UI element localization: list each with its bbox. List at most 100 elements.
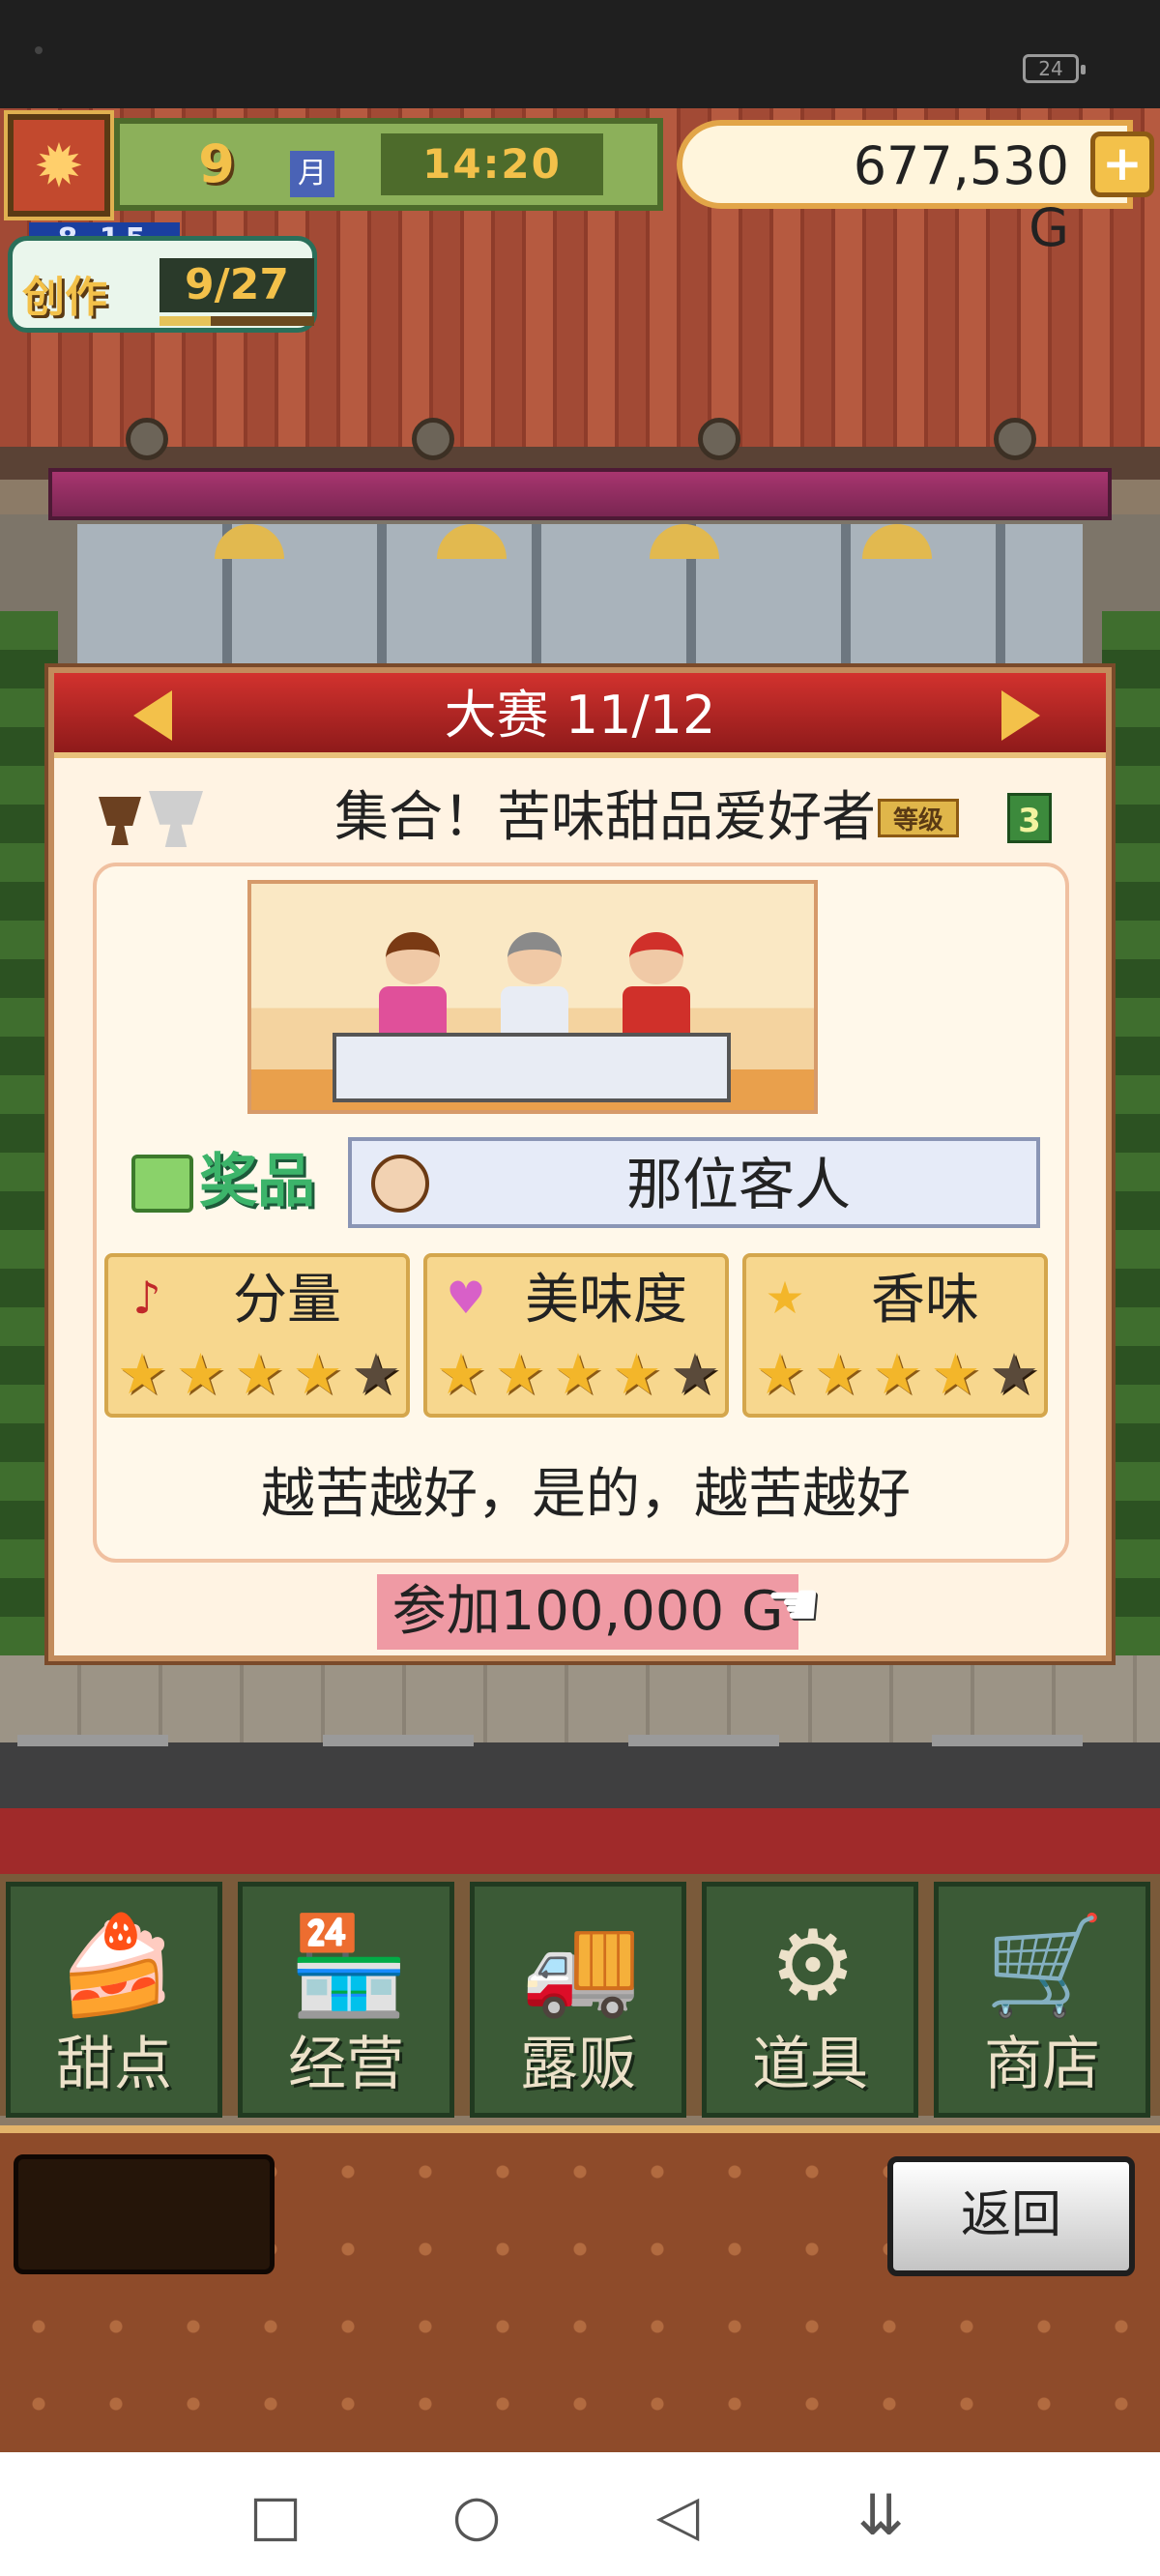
sidewalk <box>0 1655 1160 1742</box>
items-icon: ⚙ <box>769 1909 856 2022</box>
roof-lamp <box>994 418 1036 460</box>
back-button[interactable]: 返回 <box>887 2156 1135 2276</box>
dialog-title: 大赛 11/12 <box>444 685 716 746</box>
stat-label: 美味度 <box>525 1269 687 1332</box>
dialog-header: 大赛 11/12 <box>54 673 1106 758</box>
prize-box: 那位客人 <box>348 1137 1040 1228</box>
judge-table <box>333 1033 731 1102</box>
star-filled-icon: ★ <box>813 1341 864 1407</box>
menu-items-button[interactable]: ⚙ 道具 <box>702 1882 918 2118</box>
money-value: 677,530 G <box>853 135 1069 258</box>
star-icon: ★ <box>765 1272 805 1324</box>
create-progress-bar <box>160 316 314 326</box>
create-progress: 9/27 <box>160 258 314 312</box>
judge-head <box>386 932 440 984</box>
road-line <box>17 1735 168 1746</box>
star-filled-icon: ★ <box>175 1341 226 1407</box>
food-truck-icon: 🚚 <box>520 1909 642 2022</box>
gift-icon <box>131 1155 193 1213</box>
next-contest-arrow-icon[interactable] <box>1001 690 1040 741</box>
judge-head <box>508 932 562 984</box>
star-empty-icon: ★ <box>989 1341 1039 1407</box>
trophy-dark-icon <box>99 797 141 845</box>
message-area <box>14 2154 275 2274</box>
star-rating: ★ ★ ★ ★ ★ <box>752 1344 1042 1408</box>
stat-label: 香味 <box>871 1269 979 1332</box>
star-rating: ★ ★ ★ ★ ★ <box>433 1344 723 1408</box>
music-note-icon: ♪ <box>132 1272 161 1324</box>
bottom-menu: 🍰 甜点 🏪 经营 🚚 露贩 ⚙ 道具 🛒 商店 <box>0 1874 1160 2118</box>
shop-awning <box>48 468 1112 520</box>
create-progress-fill <box>160 316 211 326</box>
road-line <box>932 1735 1083 1746</box>
money-panel: 677,530 G <box>677 120 1133 258</box>
star-filled-icon: ★ <box>234 1341 284 1407</box>
judge-center <box>501 932 568 1040</box>
star-filled-icon: ★ <box>117 1341 167 1407</box>
judges-image <box>247 880 818 1114</box>
judge-left <box>379 932 447 1040</box>
star-filled-icon: ★ <box>292 1341 343 1407</box>
clock-time: 14:20 <box>381 133 603 195</box>
menu-food-truck-button[interactable]: 🚚 露贩 <box>470 1882 686 2118</box>
shop-icon: 🏪 <box>288 1909 410 2022</box>
road-line <box>628 1735 779 1746</box>
judge-right <box>623 932 690 1040</box>
cake-icon: 🍰 <box>56 1909 178 2022</box>
roof-lamp <box>412 418 454 460</box>
rank-value: 3 <box>1007 793 1052 843</box>
stat-label: 分量 <box>233 1269 341 1332</box>
system-nav-bar: □ ○ ◁ ⇊ <box>0 2452 1160 2576</box>
star-empty-icon: ★ <box>670 1341 720 1407</box>
battery-icon: 24 <box>1023 54 1086 83</box>
status-bar: 24 <box>0 0 1160 108</box>
customer-avatar <box>371 1155 429 1213</box>
create-label: 创作 <box>22 273 107 322</box>
month-unit: 月 <box>290 151 334 197</box>
red-band <box>0 1808 1160 1876</box>
contest-name: 集合！苦味甜品爱好者 <box>334 786 876 849</box>
date-time-panel: 9 月 14:20 <box>114 118 663 211</box>
prev-contest-arrow-icon[interactable] <box>133 690 172 741</box>
menu-label: 经营 <box>288 2031 404 2098</box>
prize-value: 那位客人 <box>625 1152 851 1217</box>
judge-head <box>629 932 683 984</box>
notification-down-icon[interactable]: ⇊ <box>847 2481 914 2549</box>
battery-level: 24 <box>1038 57 1063 80</box>
stat-card-portion: ♪ 分量 ★ ★ ★ ★ ★ <box>104 1253 410 1418</box>
stat-card-taste: ♥ 美味度 ★ ★ ★ ★ ★ <box>423 1253 729 1418</box>
star-filled-icon: ★ <box>872 1341 922 1407</box>
star-rating: ★ ★ ★ ★ ★ <box>114 1344 404 1408</box>
cart-icon: 🛒 <box>984 1909 1106 2022</box>
menu-label: 商店 <box>984 2031 1100 2098</box>
star-filled-icon: ★ <box>553 1341 603 1407</box>
star-filled-icon: ★ <box>930 1341 981 1407</box>
pointing-hand-icon: ☚ <box>766 1569 822 1641</box>
menu-manage-button[interactable]: 🏪 经营 <box>238 1882 454 2118</box>
create-status[interactable]: 创作 9/27 <box>8 236 317 333</box>
prize-label: 奖品 <box>199 1148 315 1215</box>
trophy-silver-icon <box>149 791 203 847</box>
add-money-button[interactable]: + <box>1090 132 1154 197</box>
menu-label: 甜点 <box>56 2031 172 2098</box>
star-filled-icon: ★ <box>755 1341 805 1407</box>
contest-dialog: 大赛 11/12 集合！苦味甜品爱好者 等级 3 奖品 那位客人 ♪ 分量 ★ ★… <box>44 663 1116 1665</box>
roof-lamp <box>698 418 740 460</box>
join-contest-button[interactable]: 参加100,000 G <box>377 1574 798 1650</box>
season-leaf-icon: ✹ <box>4 110 114 220</box>
recents-square-icon[interactable]: □ <box>242 2481 309 2549</box>
back-triangle-icon[interactable]: ◁ <box>644 2481 711 2549</box>
menu-label: 露贩 <box>520 2031 636 2098</box>
month-number: 9 <box>198 133 235 194</box>
star-filled-icon: ★ <box>611 1341 662 1407</box>
roof-lamp <box>126 418 168 460</box>
camera-dot <box>35 46 43 54</box>
menu-store-button[interactable]: 🛒 商店 <box>934 1882 1150 2118</box>
rank-badge: 等级 <box>878 799 959 837</box>
contest-description: 越苦越好，是的，越苦越好 <box>261 1463 911 1526</box>
menu-dessert-button[interactable]: 🍰 甜点 <box>6 1882 222 2118</box>
home-circle-icon[interactable]: ○ <box>443 2481 510 2549</box>
heart-icon: ♥ <box>446 1272 486 1324</box>
star-filled-icon: ★ <box>494 1341 545 1407</box>
star-filled-icon: ★ <box>436 1341 486 1407</box>
